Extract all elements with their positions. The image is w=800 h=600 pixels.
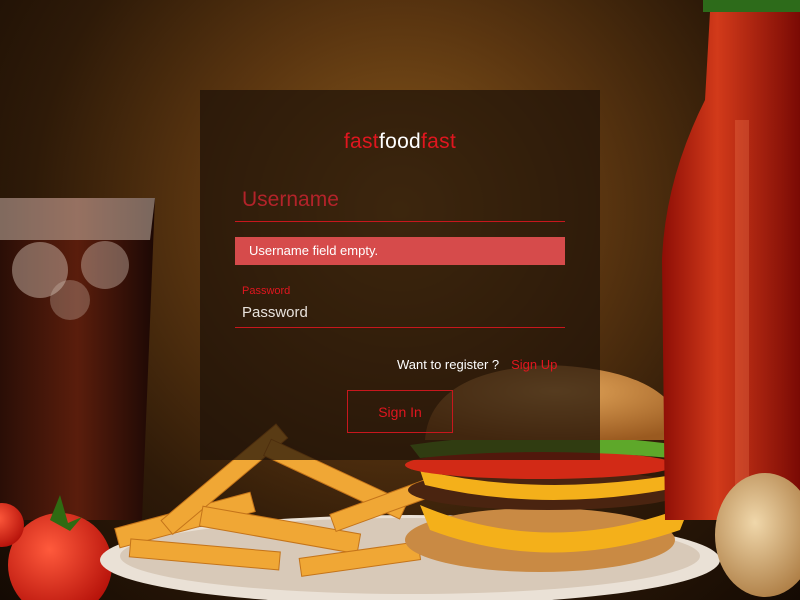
brand-part-food: food (378, 130, 422, 153)
password-input[interactable] (235, 298, 565, 328)
brand-part-fast-1: fast (343, 130, 379, 153)
signup-link[interactable]: Sign Up (511, 357, 557, 372)
password-label: Password (242, 285, 291, 297)
signin-button[interactable]: Sign In (347, 390, 453, 433)
login-page: fastfoodfast Username field empty. Passw… (0, 0, 800, 600)
register-prompt-text: Want to register ? (397, 357, 500, 372)
brand-part-fast-2: fast (421, 130, 457, 153)
cola-glass-art (0, 198, 155, 520)
username-input[interactable] (235, 178, 565, 222)
username-error-message: Username field empty. (235, 237, 565, 265)
register-prompt-row: Want to register ? Sign Up (397, 357, 557, 372)
brand-logo: fastfoodfast (0, 130, 800, 154)
ketchup-bottle-art (662, 0, 800, 520)
